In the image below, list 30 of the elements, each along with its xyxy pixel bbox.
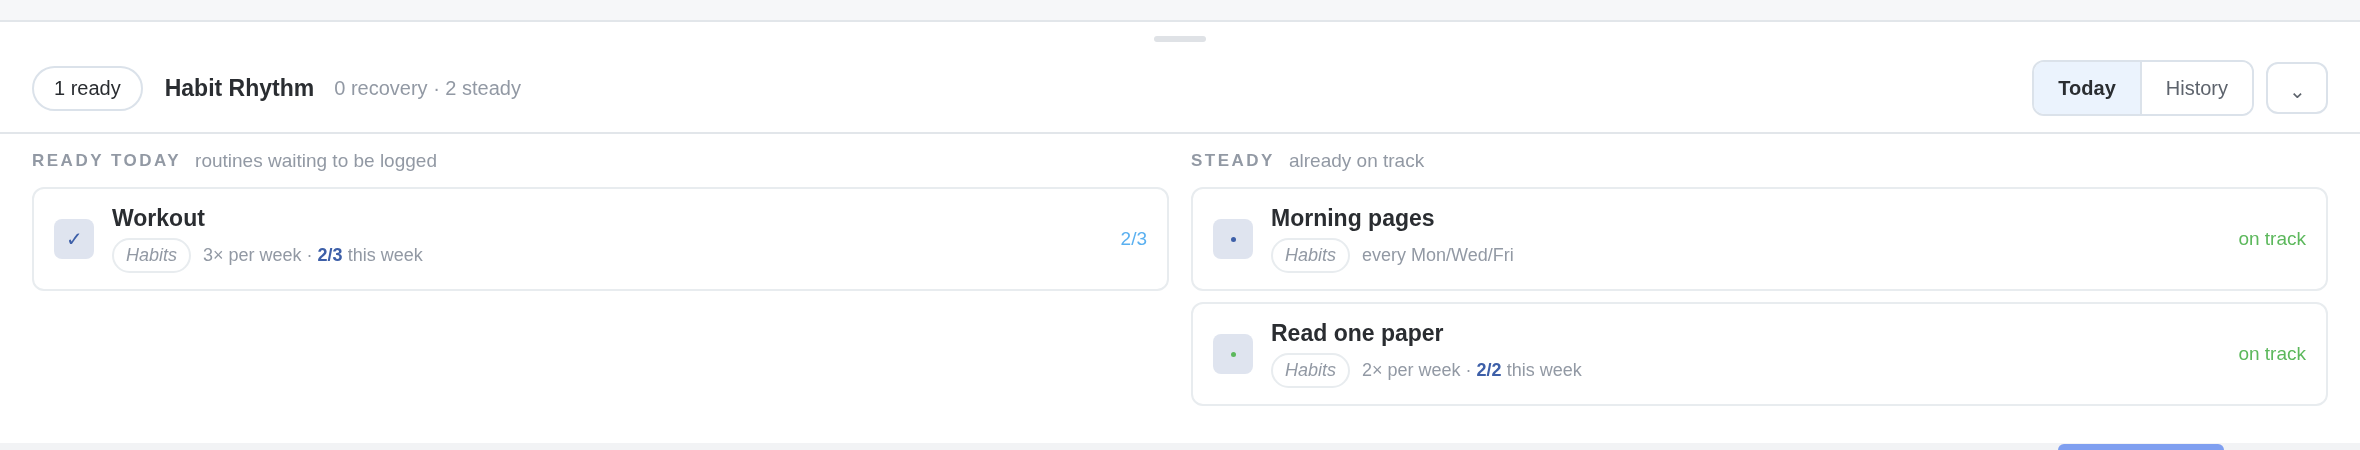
status-text: 2/3: [1120, 228, 1147, 250]
category-tag: Habits: [1271, 238, 1351, 273]
checkbox[interactable]: [1213, 219, 1253, 259]
view-tab[interactable]: History: [2139, 62, 2252, 114]
summary-text: 0 recovery · 2 steady: [334, 76, 521, 100]
category-tag: Habits: [112, 238, 192, 273]
status-text: on track: [2238, 228, 2306, 250]
section-hint: routines waiting to be logged: [195, 150, 437, 172]
section-hint: already on track: [1288, 150, 1425, 172]
schedule-text: every Mon/Wed/Fri: [1362, 245, 1514, 266]
habit-card[interactable]: ✓ Workout Habits 3× per week · 2/3 this week 2/3: [32, 187, 1169, 291]
section-label: STEADY: [1191, 151, 1275, 171]
status-text: on track: [2238, 343, 2306, 365]
view-tab[interactable]: Today: [2034, 62, 2140, 114]
habit-name: Morning pages: [1271, 205, 1436, 232]
schedule-text: 2× per week · 2/2 this week: [1362, 360, 1582, 381]
drag-handle[interactable]: [1154, 36, 1206, 42]
habit-card[interactable]: Morning pages Habits every Mon/Wed/Fri on track: [1191, 187, 2328, 291]
habit-card[interactable]: Read one paper Habits 2× per week · 2/2 this week on track: [1191, 302, 2328, 406]
bottom-button[interactable]: [2058, 444, 2224, 450]
section-label: READY TODAY: [32, 151, 182, 171]
checkbox[interactable]: ✓: [54, 219, 94, 259]
panel-title: Habit Rhythm: [164, 74, 315, 102]
category-tag: Habits: [1271, 353, 1351, 388]
habit-name: Workout: [112, 205, 206, 232]
habit-name: Read one paper: [1271, 320, 1445, 347]
ready-badge: 1 ready: [32, 65, 143, 111]
checkbox[interactable]: [1213, 334, 1253, 374]
dropdown-button[interactable]: ⌄: [2266, 62, 2328, 114]
schedule-text: 3× per week · 2/3 this week: [203, 245, 423, 266]
